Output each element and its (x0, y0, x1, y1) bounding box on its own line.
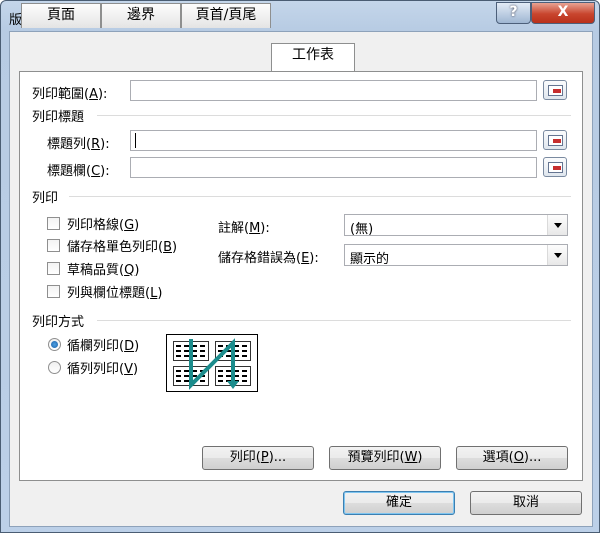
cancel-button[interactable]: 取消 (470, 491, 582, 515)
page-order-heading: 列印方式 (32, 315, 85, 330)
print-area-label: 列印範圍(A): (32, 87, 108, 102)
print-area-input[interactable] (130, 80, 537, 101)
options-button[interactable]: 選項(O)... (456, 446, 568, 470)
title-rows-label: 標題列(R): (47, 137, 110, 152)
chevron-down-icon[interactable] (547, 215, 567, 235)
title-columns-collapse-button[interactable] (543, 157, 567, 177)
title-columns-label: 標題欄(C): (47, 164, 110, 179)
tab-page[interactable]: 頁面 (21, 3, 101, 28)
comments-label: 註解(M): (218, 221, 270, 236)
print-titles-heading: 列印標題 (32, 110, 85, 125)
draft-quality-checkbox[interactable] (47, 262, 60, 275)
print-separator (69, 196, 571, 197)
tab-header-footer[interactable]: 頁首/頁尾 (181, 3, 271, 28)
gridlines-checkbox[interactable] (47, 217, 60, 230)
row-column-headings-checkbox[interactable] (47, 285, 60, 298)
print-area-collapse-button[interactable] (543, 80, 567, 100)
page-order-arrow-icon (189, 338, 239, 390)
cell-errors-label: 儲存格錯誤為(E): (218, 251, 319, 266)
gridlines-label: 列印格線(G) (67, 218, 140, 233)
black-and-white-checkbox[interactable] (47, 239, 60, 252)
page-order-separator (97, 320, 571, 321)
tab-margins[interactable]: 邊界 (101, 3, 181, 28)
page-setup-dialog: 版面設定 ? X 頁面 邊界 頁首/頁尾 工作表 列印範圍(A): 列印標題 標… (0, 0, 600, 533)
title-columns-input[interactable] (130, 157, 537, 178)
over-then-down-label: 循列列印(V) (67, 362, 139, 377)
text-cursor (135, 133, 136, 148)
row-column-headings-label: 列與欄位標題(L) (67, 286, 163, 301)
down-then-over-radio[interactable] (48, 338, 61, 351)
cell-errors-select[interactable]: 顯示的 (344, 244, 568, 267)
close-button[interactable]: X (531, 2, 595, 24)
chevron-down-icon[interactable] (547, 245, 567, 265)
ok-button[interactable]: 確定 (343, 491, 455, 515)
tab-sheet[interactable]: 工作表 (271, 43, 355, 71)
print-heading: 列印 (32, 191, 59, 206)
print-titles-separator (97, 115, 571, 116)
print-preview-button[interactable]: 預覽列印(W) (329, 446, 441, 470)
print-button[interactable]: 列印(P)... (202, 446, 314, 470)
title-rows-collapse-button[interactable] (543, 130, 567, 150)
help-button[interactable]: ? (496, 2, 531, 24)
down-then-over-label: 循欄列印(D) (67, 339, 140, 354)
draft-quality-label: 草稿品質(Q) (67, 263, 140, 278)
over-then-down-radio[interactable] (48, 361, 61, 374)
page-order-preview (166, 334, 258, 392)
comments-select[interactable]: (無) (344, 214, 568, 237)
black-and-white-label: 儲存格單色列印(B) (67, 240, 178, 255)
cell-errors-value: 顯示的 (350, 252, 390, 267)
comments-value: (無) (350, 222, 374, 237)
title-rows-input[interactable] (130, 130, 537, 151)
